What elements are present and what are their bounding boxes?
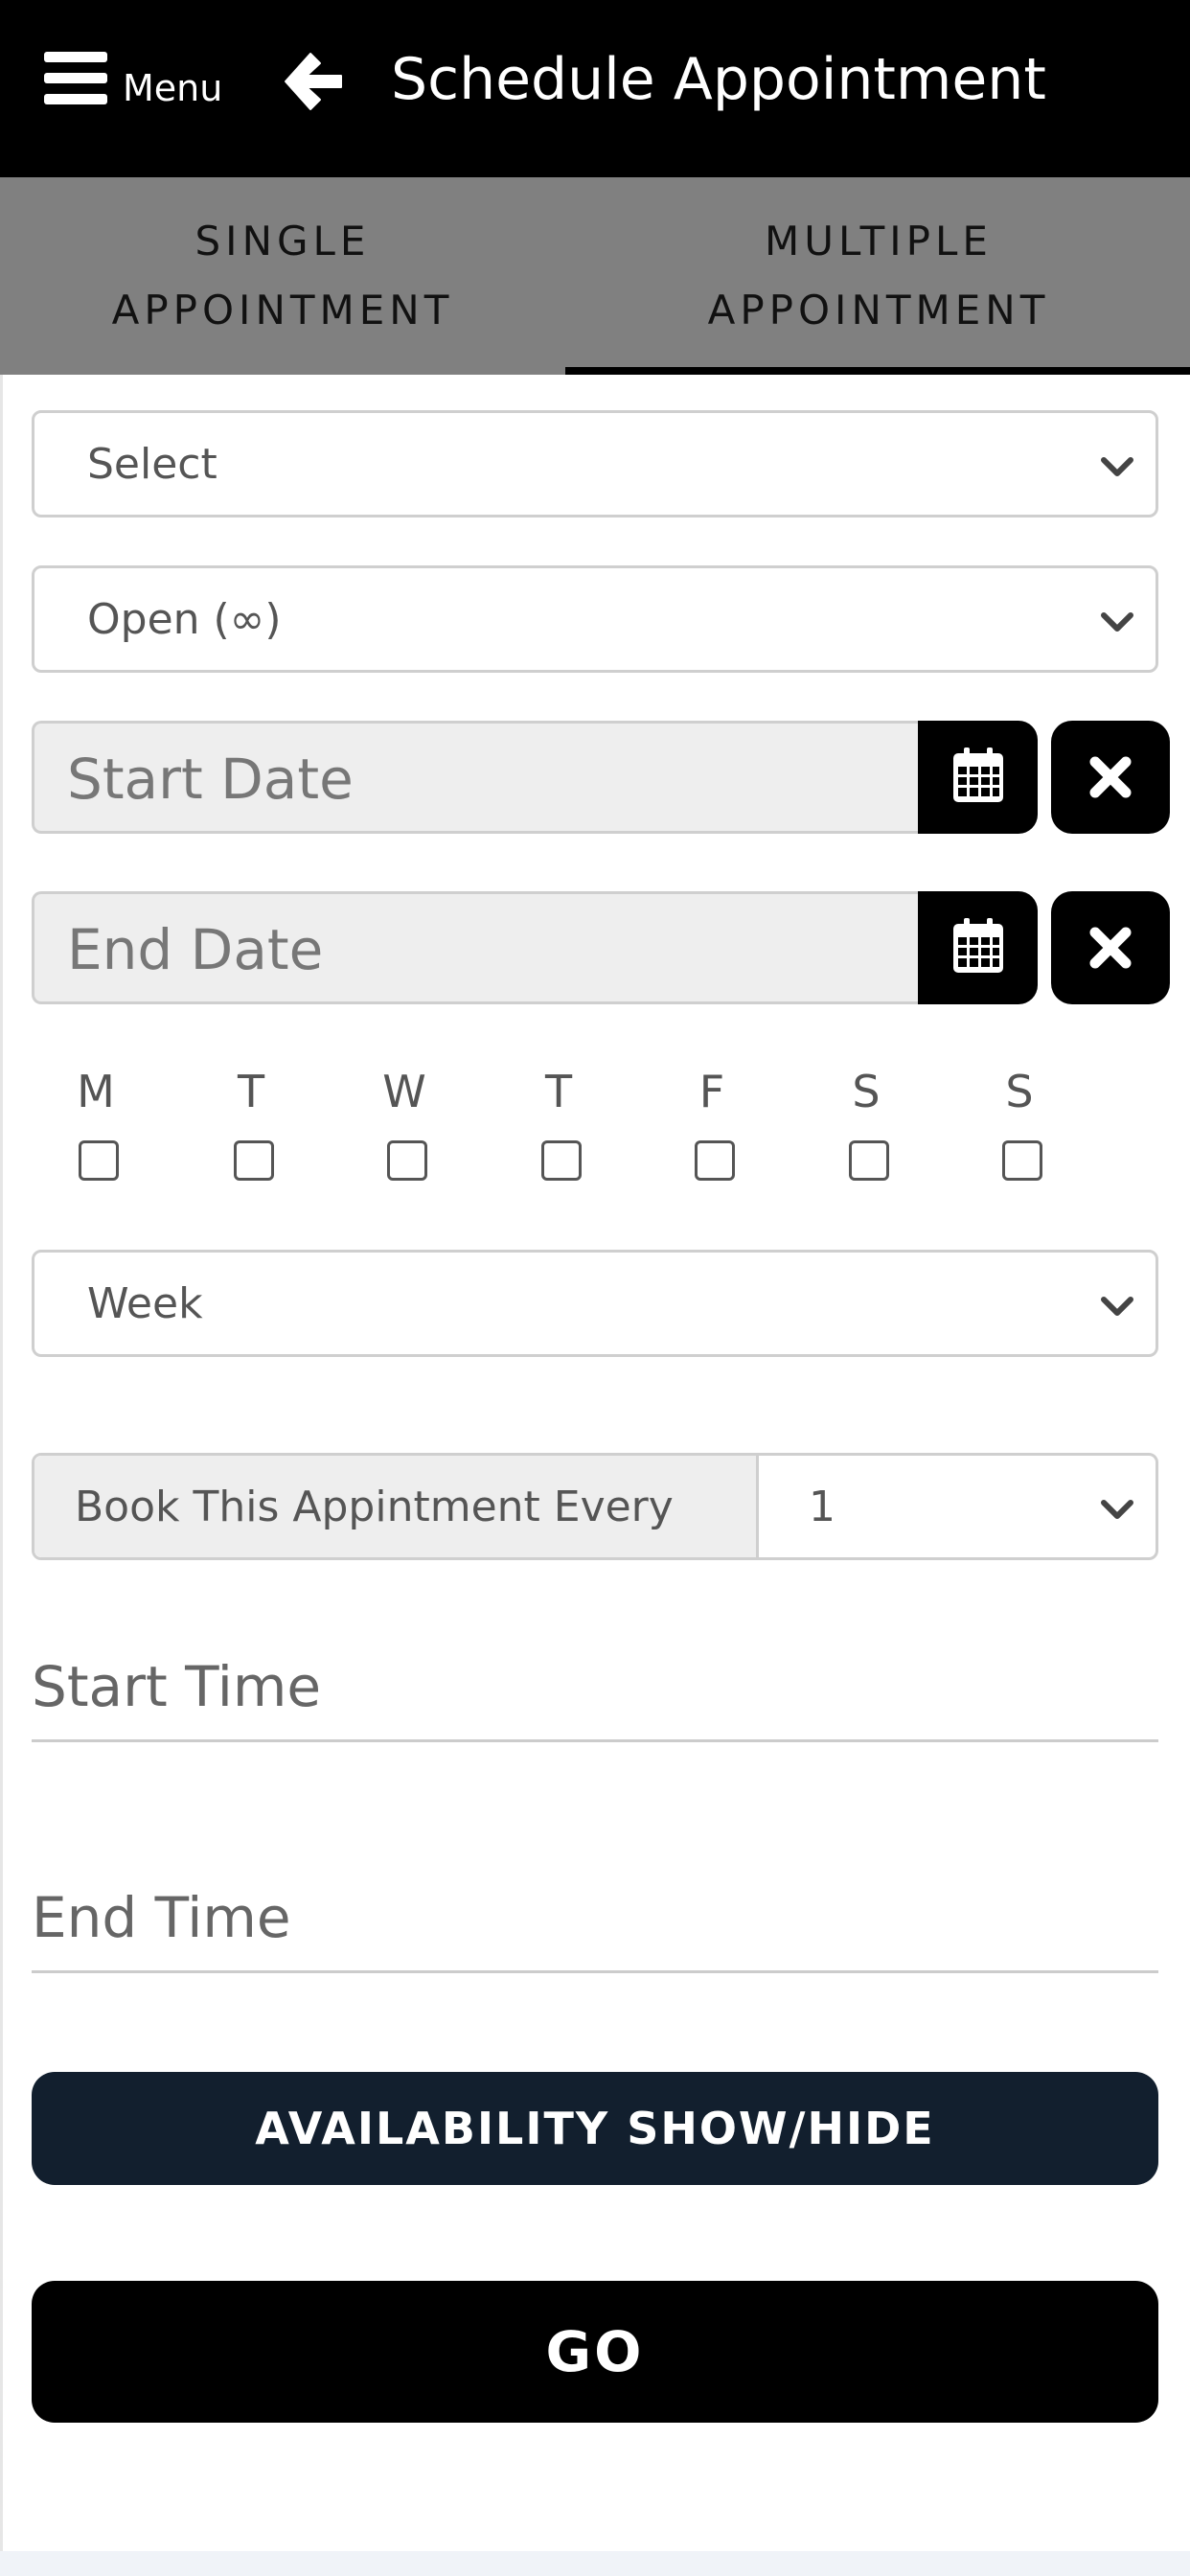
day-friday: F [674, 1066, 750, 1181]
service-select[interactable]: Select [32, 410, 1158, 518]
start-date-calendar-button[interactable] [918, 721, 1038, 834]
chevron-down-icon [1101, 457, 1133, 476]
end-date-placeholder: End Date [67, 917, 324, 982]
frequency-select[interactable]: Week [32, 1250, 1158, 1357]
menu-button[interactable]: Menu [44, 50, 236, 117]
day-sunday: S [981, 1066, 1058, 1181]
back-button[interactable] [282, 50, 345, 113]
page-footer-strip [0, 2551, 1190, 2576]
end-time-placeholder: End Time [32, 1885, 291, 1950]
end-date-calendar-button[interactable] [918, 891, 1038, 1004]
end-date-input[interactable]: End Date [32, 891, 918, 1004]
day-label: S [1005, 1066, 1034, 1117]
start-time-field[interactable]: Start Time [32, 1646, 1158, 1742]
day-label: M [77, 1066, 115, 1117]
close-icon [1089, 756, 1132, 798]
menu-label: Menu [123, 67, 223, 109]
tab-single-line2: APPOINTMENT [111, 287, 454, 334]
start-date-row: Start Date [32, 721, 1172, 834]
chevron-down-icon [1101, 612, 1133, 632]
end-date-row: End Date [32, 891, 1172, 1004]
weekday-selector: M T W T F S S [57, 1066, 1131, 1181]
hamburger-icon [44, 52, 107, 105]
day-tuesday: T [213, 1066, 289, 1181]
day-label: T [544, 1066, 573, 1117]
day-label: F [698, 1066, 725, 1117]
day-checkbox[interactable] [79, 1140, 119, 1181]
limit-select-value: Open (∞) [87, 595, 282, 644]
app-header: Menu Schedule Appointment [0, 0, 1190, 177]
go-button[interactable]: GO [32, 2281, 1158, 2423]
tab-multiple-appointment[interactable]: MULTIPLE APPOINTMENT [596, 177, 1161, 375]
book-every-label-text: Book This Appintment Every [75, 1483, 674, 1531]
end-time-field[interactable]: End Time [32, 1877, 1158, 1973]
chevron-down-icon [1101, 1297, 1133, 1316]
service-select-value: Select [87, 440, 217, 489]
limit-select[interactable]: Open (∞) [32, 565, 1158, 673]
day-label: W [382, 1066, 426, 1117]
book-every-value: 1 [809, 1483, 835, 1531]
day-label: T [237, 1066, 265, 1117]
day-checkbox[interactable] [1002, 1140, 1042, 1181]
book-every-group: Book This Appintment Every 1 [32, 1453, 1158, 1560]
tab-multiple-line2: APPOINTMENT [707, 287, 1050, 334]
end-date-clear-button[interactable] [1051, 891, 1170, 1004]
start-date-input[interactable]: Start Date [32, 721, 918, 834]
availability-toggle-button[interactable]: AVAILABILITY SHOW/HIDE [32, 2072, 1158, 2185]
tab-multiple-line1: MULTIPLE [765, 218, 993, 264]
day-saturday: S [828, 1066, 904, 1181]
calendar-icon [953, 918, 1003, 973]
chevron-down-icon [1101, 1500, 1133, 1519]
day-checkbox[interactable] [387, 1140, 427, 1181]
book-every-label: Book This Appintment Every [34, 1456, 759, 1557]
day-wednesday: W [366, 1066, 443, 1181]
frequency-select-value: Week [87, 1279, 203, 1328]
start-time-placeholder: Start Time [32, 1654, 322, 1719]
arrow-left-icon [285, 53, 342, 110]
content-border [0, 375, 3, 2551]
day-checkbox[interactable] [234, 1140, 274, 1181]
day-label: S [852, 1066, 881, 1117]
active-tab-indicator [565, 367, 1190, 375]
start-date-placeholder: Start Date [67, 747, 354, 812]
tab-single-appointment[interactable]: SINGLE APPOINTMENT [0, 177, 565, 375]
close-icon [1089, 927, 1132, 969]
start-date-clear-button[interactable] [1051, 721, 1170, 834]
page-title: Schedule Appointment [391, 46, 1046, 113]
day-thursday: T [520, 1066, 597, 1181]
tab-single-line1: SINGLE [195, 218, 371, 264]
appointment-tabs: SINGLE APPOINTMENT MULTIPLE APPOINTMENT [0, 177, 1190, 375]
day-checkbox[interactable] [695, 1140, 735, 1181]
day-checkbox[interactable] [541, 1140, 582, 1181]
calendar-icon [953, 748, 1003, 802]
day-monday: M [57, 1066, 134, 1181]
book-every-select[interactable]: 1 [759, 1456, 1156, 1557]
day-checkbox[interactable] [849, 1140, 889, 1181]
